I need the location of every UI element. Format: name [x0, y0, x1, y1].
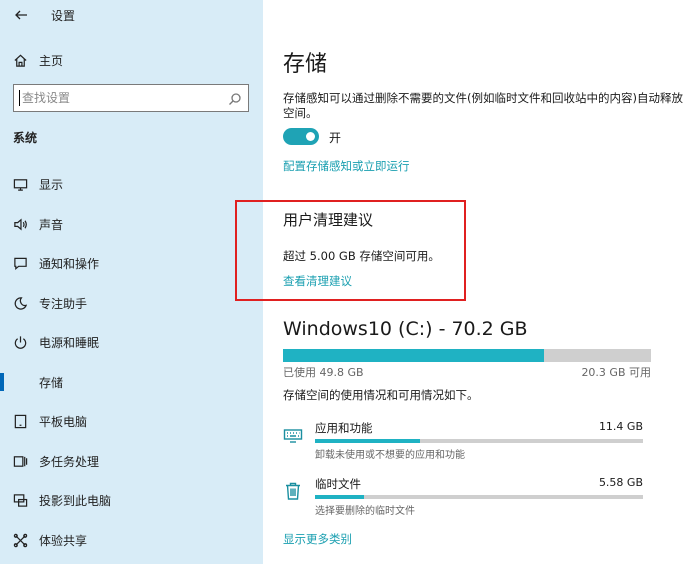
sidebar: 设置 主页 系统 显示 声音 通知和操作 专注助手 电源和睡眠 存储: [0, 0, 263, 564]
sidebar-item-project[interactable]: 投影到此电脑: [0, 488, 263, 512]
sidebar-item-label: 投影到此电脑: [39, 494, 112, 508]
active-indicator: [0, 373, 4, 391]
category-name: 应用和功能: [315, 421, 373, 435]
usage-description: 存储空间的使用情况和可用情况如下。: [283, 388, 479, 402]
category-usage-fill: [315, 495, 365, 499]
text-caret: [19, 90, 20, 106]
power-icon: [12, 334, 28, 350]
category-usage-fill: [315, 439, 420, 443]
back-arrow-icon: [15, 10, 27, 20]
projector-icon: [12, 492, 28, 508]
share-icon: [12, 532, 28, 548]
category-description: 卸载未使用或不想要的应用和功能: [315, 450, 465, 461]
show-more-categories-link[interactable]: 显示更多类别: [283, 531, 352, 547]
sidebar-item-display[interactable]: 显示: [0, 172, 263, 196]
sidebar-item-label: 通知和操作: [39, 257, 100, 271]
search-icon[interactable]: [228, 91, 242, 105]
title-bar: 设置: [0, 0, 263, 30]
sidebar-item-label: 专注助手: [39, 297, 88, 311]
section-label: 系统: [13, 131, 38, 145]
category-size: 5.58 GB: [598, 476, 643, 489]
sidebar-item-label: 主页: [39, 54, 64, 68]
toggle-state-label: 开: [329, 131, 342, 145]
sidebar-item-notifications[interactable]: 通知和操作: [0, 251, 263, 275]
search-box[interactable]: [13, 84, 249, 112]
drive-used-text: 已使用 49.8 GB: [283, 366, 364, 379]
storage-sense-toggle[interactable]: [283, 128, 319, 145]
sidebar-item-label: 平板电脑: [39, 415, 88, 429]
trash-icon: [283, 481, 303, 501]
category-usage-bar: [315, 439, 643, 443]
drive-title: Windows10 (C:) - 70.2 GB: [283, 318, 528, 340]
highlight-annotation-box: [235, 200, 466, 301]
keyboard-icon: [283, 425, 303, 445]
moon-icon: [12, 295, 28, 311]
storage-sense-description: 存储感知可以通过删除不需要的文件(例如临时文件和回收站中的内容)自动释放空间。: [283, 91, 683, 120]
sidebar-item-label: 存储: [39, 376, 64, 390]
notification-icon: [12, 255, 28, 271]
sidebar-item-multitasking[interactable]: 多任务处理: [0, 449, 263, 473]
category-apps[interactable]: 应用和功能 11.4 GB 卸载未使用或不想要的应用和功能: [283, 420, 643, 461]
configure-storage-sense-link[interactable]: 配置存储感知或立即运行: [283, 158, 410, 174]
sidebar-item-label: 显示: [39, 178, 64, 192]
sidebar-item-label: 电源和睡眠: [39, 336, 100, 350]
search-input[interactable]: [22, 88, 222, 108]
sidebar-item-home[interactable]: 主页: [0, 48, 263, 72]
drive-usage-bar: [283, 349, 651, 362]
back-button[interactable]: [12, 6, 30, 24]
sidebar-item-shared-experiences[interactable]: 体验共享: [0, 528, 263, 552]
toggle-knob: [306, 132, 315, 141]
speaker-icon: [12, 216, 28, 232]
page-title: 存储: [283, 52, 328, 77]
category-usage-bar: [315, 495, 643, 499]
category-size: 11.4 GB: [598, 420, 643, 433]
sidebar-item-focus-assist[interactable]: 专注助手: [0, 291, 263, 315]
sidebar-item-sound[interactable]: 声音: [0, 212, 263, 236]
category-description: 选择要删除的临时文件: [315, 506, 415, 517]
category-name: 临时文件: [315, 477, 361, 491]
multitask-icon: [12, 453, 28, 469]
tablet-icon: [12, 413, 28, 429]
drive-usage-fill: [283, 349, 544, 362]
drive-free-text: 20.3 GB 可用: [581, 366, 651, 379]
home-icon: [12, 52, 28, 68]
sidebar-item-label: 声音: [39, 218, 64, 232]
sidebar-item-label: 体验共享: [39, 534, 88, 548]
sidebar-item-power[interactable]: 电源和睡眠: [0, 330, 263, 354]
monitor-icon: [12, 176, 28, 192]
sidebar-item-storage[interactable]: 存储: [0, 370, 263, 394]
category-temp-files[interactable]: 临时文件 5.58 GB 选择要删除的临时文件: [283, 476, 643, 517]
sidebar-item-label: 多任务处理: [39, 455, 100, 469]
sidebar-item-tablet[interactable]: 平板电脑: [0, 409, 263, 433]
app-title: 设置: [51, 9, 76, 23]
